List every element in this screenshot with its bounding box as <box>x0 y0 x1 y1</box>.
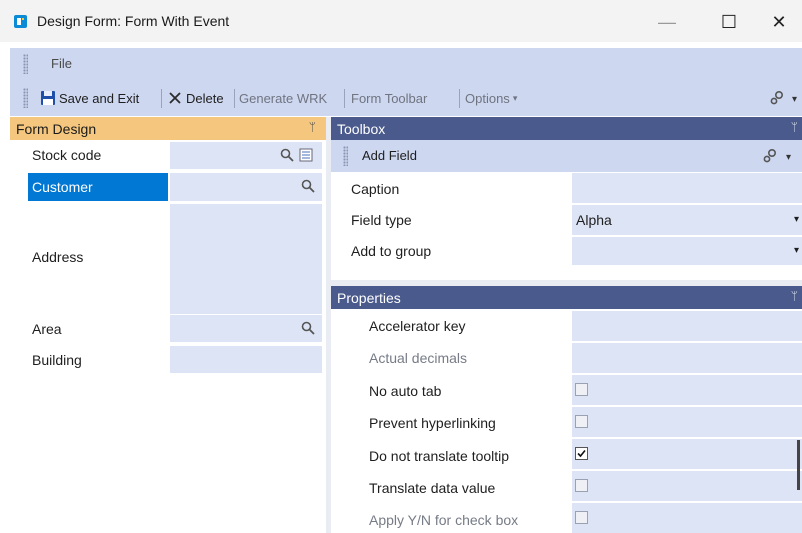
chevron-down-icon: ▾ <box>512 92 518 103</box>
checkmark-icon <box>577 449 586 458</box>
no-auto-tab-label: No auto tab <box>369 383 442 399</box>
customer-field[interactable] <box>170 173 322 201</box>
caption-input[interactable] <box>572 173 802 203</box>
close-button[interactable]: ✕ <box>756 8 802 36</box>
save-icon <box>41 91 55 105</box>
accelerator-key-input[interactable] <box>572 311 802 341</box>
field-type-select[interactable]: Alpha ▾ <box>572 205 802 235</box>
translate-data-value-cell <box>572 471 802 501</box>
form-design-title: Form Design <box>16 120 97 137</box>
field-type-value: Alpha <box>576 212 612 228</box>
actual-decimals-label: Actual decimals <box>369 350 468 366</box>
maximize-button[interactable]: ☐ <box>706 8 752 36</box>
title-bar: Design Form: Form With Event — ☐ ✕ <box>0 0 802 42</box>
address-label[interactable]: Address <box>32 249 83 265</box>
form-toolbar-button[interactable]: Form Toolbar <box>351 87 427 109</box>
toolbar-overflow-icon[interactable]: ▾ <box>792 94 797 105</box>
gears-icon[interactable] <box>761 147 779 165</box>
delete-x-icon <box>169 92 181 104</box>
do-not-translate-tooltip-cell <box>572 439 802 469</box>
chevron-down-icon[interactable]: ▾ <box>794 214 799 225</box>
window-title: Design Form: Form With Event <box>37 13 230 29</box>
save-and-exit-button[interactable]: Save and Exit <box>40 87 139 109</box>
gears-icon[interactable] <box>768 89 786 107</box>
add-field-bar: Add Field ▾ <box>331 140 802 172</box>
app-icon <box>14 15 27 28</box>
toolbar-separator <box>344 89 345 108</box>
toolbar-separator <box>459 89 460 108</box>
toolbar-separator <box>234 89 235 108</box>
building-label[interactable]: Building <box>32 352 82 368</box>
pin-icon[interactable]: ᛘ <box>791 289 798 303</box>
form-design-header: Form Design ᛘ <box>10 117 326 140</box>
add-to-group-label: Add to group <box>351 243 432 259</box>
toolbox-title: Toolbox <box>337 120 386 137</box>
add-to-group-select[interactable]: ▾ <box>572 237 802 265</box>
properties-title: Properties <box>337 289 401 306</box>
accelerator-key-label: Accelerator key <box>369 318 466 334</box>
pin-icon[interactable]: ᛘ <box>309 120 316 134</box>
search-icon[interactable] <box>301 321 315 335</box>
toolbox-header: Toolbox ᛘ <box>331 117 802 140</box>
prevent-hyperlinking-label: Prevent hyperlinking <box>369 415 496 431</box>
no-auto-tab-cell <box>572 375 802 405</box>
add-field-grip-handle[interactable] <box>343 146 348 166</box>
caption-label: Caption <box>351 181 400 197</box>
add-field-button[interactable]: Add Field <box>362 148 417 163</box>
menu-file[interactable]: File <box>51 56 72 71</box>
apply-yn-cell <box>572 503 802 533</box>
address-field[interactable] <box>170 204 322 314</box>
pin-icon[interactable]: ᛘ <box>791 120 798 134</box>
no-auto-tab-checkbox[interactable] <box>575 383 588 396</box>
chevron-down-icon[interactable]: ▾ <box>794 245 799 256</box>
customer-label: Customer <box>32 179 93 195</box>
menu-bar: File <box>10 48 802 80</box>
actual-decimals-input[interactable] <box>572 343 802 373</box>
generate-wrk-button[interactable]: Generate WRK <box>239 87 327 109</box>
stock-code-field[interactable] <box>170 142 322 169</box>
translate-data-value-checkbox[interactable] <box>575 479 588 492</box>
prevent-hyperlinking-checkbox[interactable] <box>575 415 588 428</box>
customer-label-selection[interactable]: Customer <box>28 173 168 201</box>
minimize-button[interactable]: — <box>644 8 690 36</box>
building-field[interactable] <box>170 346 322 373</box>
search-icon[interactable] <box>280 148 294 162</box>
toolbar-grip-handle[interactable] <box>23 88 28 108</box>
prevent-hyperlinking-cell <box>572 407 802 437</box>
do-not-translate-tooltip-checkbox[interactable] <box>575 447 588 460</box>
search-icon[interactable] <box>301 179 315 193</box>
stock-code-label[interactable]: Stock code <box>32 147 101 163</box>
apply-yn-checkbox[interactable] <box>575 511 588 524</box>
options-dropdown[interactable]: Options ▾ <box>465 87 517 109</box>
toolbar-separator <box>161 89 162 108</box>
area-field[interactable] <box>170 315 322 342</box>
properties-header: Properties ᛘ <box>331 286 802 309</box>
toolbar: Save and Exit Delete Generate WRK Form T… <box>10 80 802 116</box>
list-browse-icon[interactable] <box>299 148 313 162</box>
area-label[interactable]: Area <box>32 321 62 337</box>
delete-button[interactable]: Delete <box>168 87 224 109</box>
add-field-overflow-icon[interactable]: ▾ <box>786 152 791 163</box>
field-type-label: Field type <box>351 212 412 228</box>
do-not-translate-tooltip-label: Do not translate tooltip <box>369 448 510 464</box>
translate-data-value-label: Translate data value <box>369 480 496 496</box>
apply-yn-label: Apply Y/N for check box <box>369 512 519 528</box>
menu-grip-handle[interactable] <box>23 54 28 74</box>
properties-scrollbar[interactable] <box>797 440 800 490</box>
properties-gutter <box>331 309 359 533</box>
